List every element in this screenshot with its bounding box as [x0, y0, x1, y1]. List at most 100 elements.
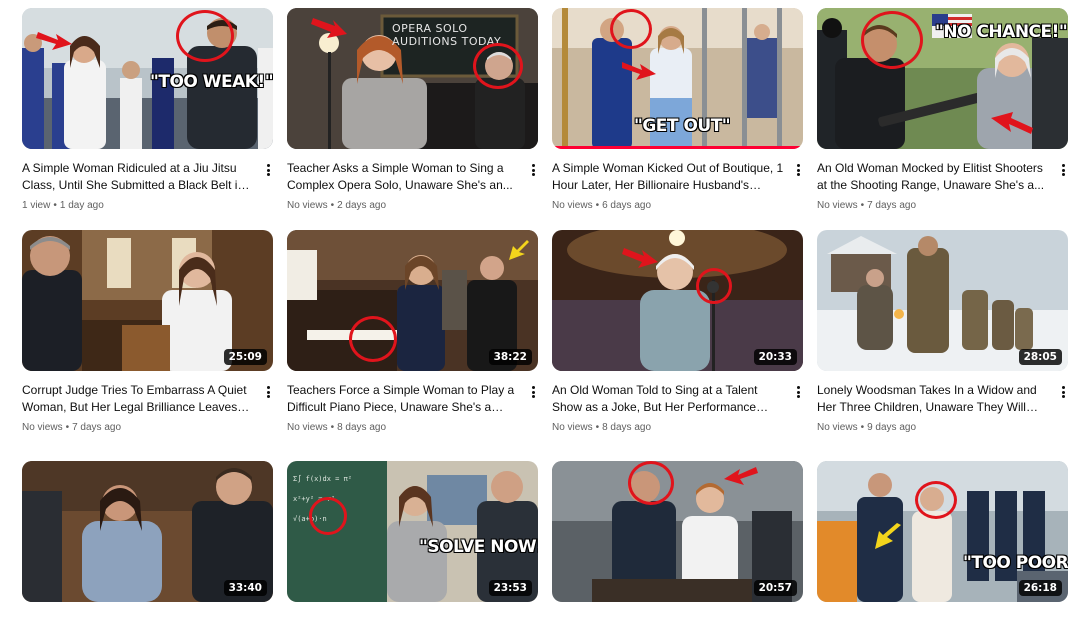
- video-thumbnail[interactable]: OPERA SOLO AUDITIONS TODAY: [287, 8, 538, 149]
- upload-age: 7 days ago: [867, 200, 917, 211]
- video-duration: 20:57: [753, 580, 797, 596]
- video-meta: Teachers Force a Simple Woman to Play a …: [287, 371, 538, 433]
- red-arrow-icon: [991, 112, 1033, 134]
- video-title[interactable]: A Simple Woman Ridiculed at a Jiu Jitsu …: [22, 160, 255, 193]
- thumbnail-caption: "TOO WEAK!": [149, 71, 273, 92]
- red-arrow-icon: [311, 18, 347, 38]
- view-count: No views: [552, 422, 593, 433]
- upload-age: 7 days ago: [72, 422, 122, 433]
- video-duration: 25:09: [223, 349, 267, 365]
- video-title[interactable]: Corrupt Judge Tries To Embarrass A Quiet…: [22, 382, 255, 415]
- upload-age: 2 days ago: [337, 200, 387, 211]
- view-count: No views: [817, 422, 858, 433]
- upload-age: 1 day ago: [59, 200, 104, 211]
- video-duration: 28:05: [1018, 349, 1062, 365]
- more-vert-icon[interactable]: [528, 162, 538, 178]
- view-count: No views: [287, 200, 328, 211]
- video-duration: 33:40: [223, 580, 267, 596]
- more-vert-icon[interactable]: [793, 162, 803, 178]
- video-duration: 38:22: [488, 349, 532, 365]
- video-card[interactable]: Σ∫ f(x)dx = π² x²+y² = r² √(a+b)·n "SOLV…: [287, 461, 538, 621]
- video-stats: No views • 8 days ago: [552, 422, 652, 433]
- video-card[interactable]: 33:40: [22, 461, 273, 621]
- video-card[interactable]: "GET OUT" A Simple Woman Kicked Out of B…: [552, 8, 803, 230]
- video-card[interactable]: 20:33 An Old Woman Told to Sing at a Tal…: [552, 230, 803, 461]
- red-arrow-icon: [36, 32, 72, 50]
- video-card[interactable]: 38:22 Teachers Force a Simple Woman to P…: [287, 230, 538, 461]
- video-card[interactable]: "NO CHANCE!" An Old Woman Mocked by Elit…: [817, 8, 1068, 230]
- upload-age: 8 days ago: [602, 422, 652, 433]
- video-thumbnail[interactable]: Σ∫ f(x)dx = π² x²+y² = r² √(a+b)·n "SOLV…: [287, 461, 538, 602]
- video-card[interactable]: 20:57: [552, 461, 803, 621]
- video-thumbnail[interactable]: "TOO WEAK!": [22, 8, 273, 149]
- video-card[interactable]: "TOO WEAK!" A Simple Woman Ridiculed at …: [22, 8, 273, 230]
- video-stats: No views • 2 days ago: [287, 200, 387, 211]
- view-count: No views: [817, 200, 858, 211]
- view-count: No views: [287, 422, 328, 433]
- svg-text:Σ∫ f(x)dx = π²: Σ∫ f(x)dx = π²: [293, 474, 352, 483]
- red-arrow-icon: [622, 62, 656, 80]
- view-count: 1 view: [22, 200, 51, 211]
- video-meta: Lonely Woodsman Takes In a Widow and Her…: [817, 371, 1068, 433]
- video-duration: 26:18: [1018, 580, 1062, 596]
- more-vert-icon[interactable]: [1058, 162, 1068, 178]
- video-card[interactable]: OPERA SOLO AUDITIONS TODAY Teacher Asks …: [287, 8, 538, 230]
- upload-age: 6 days ago: [602, 200, 652, 211]
- highlight-circle: [861, 11, 923, 69]
- thumbnail-caption: "TOO POOR!": [962, 552, 1068, 573]
- video-title[interactable]: Lonely Woodsman Takes In a Widow and Her…: [817, 382, 1050, 415]
- more-vert-icon[interactable]: [263, 384, 273, 400]
- view-count: No views: [552, 200, 593, 211]
- video-stats: No views • 7 days ago: [22, 422, 122, 433]
- video-duration: 20:33: [753, 349, 797, 365]
- video-card[interactable]: 28:05 Lonely Woodsman Takes In a Widow a…: [817, 230, 1068, 461]
- video-grid: "TOO WEAK!" A Simple Woman Ridiculed at …: [22, 8, 1068, 621]
- highlight-circle: [176, 10, 234, 62]
- highlight-circle: [473, 43, 523, 89]
- yellow-arrow-icon: [509, 240, 529, 260]
- video-thumbnail[interactable]: 28:05: [817, 230, 1068, 371]
- yellow-arrow-icon: [875, 523, 901, 549]
- video-title[interactable]: A Simple Woman Kicked Out of Boutique, 1…: [552, 160, 785, 193]
- highlight-circle: [696, 268, 732, 304]
- highlight-circle: [915, 481, 957, 519]
- video-meta: Corrupt Judge Tries To Embarrass A Quiet…: [22, 371, 273, 433]
- red-arrow-icon: [724, 467, 758, 485]
- video-meta: An Old Woman Told to Sing at a Talent Sh…: [552, 371, 803, 433]
- video-title[interactable]: An Old Woman Mocked by Elitist Shooters …: [817, 160, 1050, 193]
- video-thumbnail[interactable]: "NO CHANCE!": [817, 8, 1068, 149]
- video-stats: No views • 6 days ago: [552, 200, 652, 211]
- video-title[interactable]: An Old Woman Told to Sing at a Talent Sh…: [552, 382, 785, 415]
- upload-age: 9 days ago: [867, 422, 917, 433]
- video-stats: No views • 9 days ago: [817, 422, 917, 433]
- video-stats: No views • 8 days ago: [287, 422, 387, 433]
- video-duration: 23:53: [488, 580, 532, 596]
- video-thumbnail[interactable]: 33:40: [22, 461, 273, 602]
- video-thumbnail[interactable]: "TOO POOR!" 26:18: [817, 461, 1068, 602]
- video-thumbnail[interactable]: 20:33: [552, 230, 803, 371]
- video-thumbnail[interactable]: 20:57: [552, 461, 803, 602]
- video-title[interactable]: Teachers Force a Simple Woman to Play a …: [287, 382, 520, 415]
- video-thumbnail[interactable]: 38:22: [287, 230, 538, 371]
- video-meta: A Simple Woman Ridiculed at a Jiu Jitsu …: [22, 149, 273, 211]
- more-vert-icon[interactable]: [1058, 384, 1068, 400]
- highlight-circle: [349, 316, 397, 362]
- video-thumbnail[interactable]: 25:09: [22, 230, 273, 371]
- more-vert-icon[interactable]: [793, 384, 803, 400]
- highlight-circle: [628, 461, 674, 505]
- thumbnail-caption: "SOLVE NOW!": [418, 536, 538, 557]
- video-meta: Teacher Asks a Simple Woman to Sing a Co…: [287, 149, 538, 211]
- video-card[interactable]: 25:09 Corrupt Judge Tries To Embarrass A…: [22, 230, 273, 461]
- video-thumbnail[interactable]: "GET OUT": [552, 8, 803, 149]
- thumbnail-caption: "GET OUT": [633, 115, 731, 136]
- more-vert-icon[interactable]: [263, 162, 273, 178]
- video-card[interactable]: "TOO POOR!" 26:18: [817, 461, 1068, 621]
- view-count: No views: [22, 422, 63, 433]
- red-arrow-icon: [622, 248, 658, 268]
- highlight-circle: [309, 497, 347, 535]
- video-meta: An Old Woman Mocked by Elitist Shooters …: [817, 149, 1068, 211]
- upload-age: 8 days ago: [337, 422, 387, 433]
- more-vert-icon[interactable]: [528, 384, 538, 400]
- video-title[interactable]: Teacher Asks a Simple Woman to Sing a Co…: [287, 160, 520, 193]
- video-stats: 1 view • 1 day ago: [22, 200, 104, 211]
